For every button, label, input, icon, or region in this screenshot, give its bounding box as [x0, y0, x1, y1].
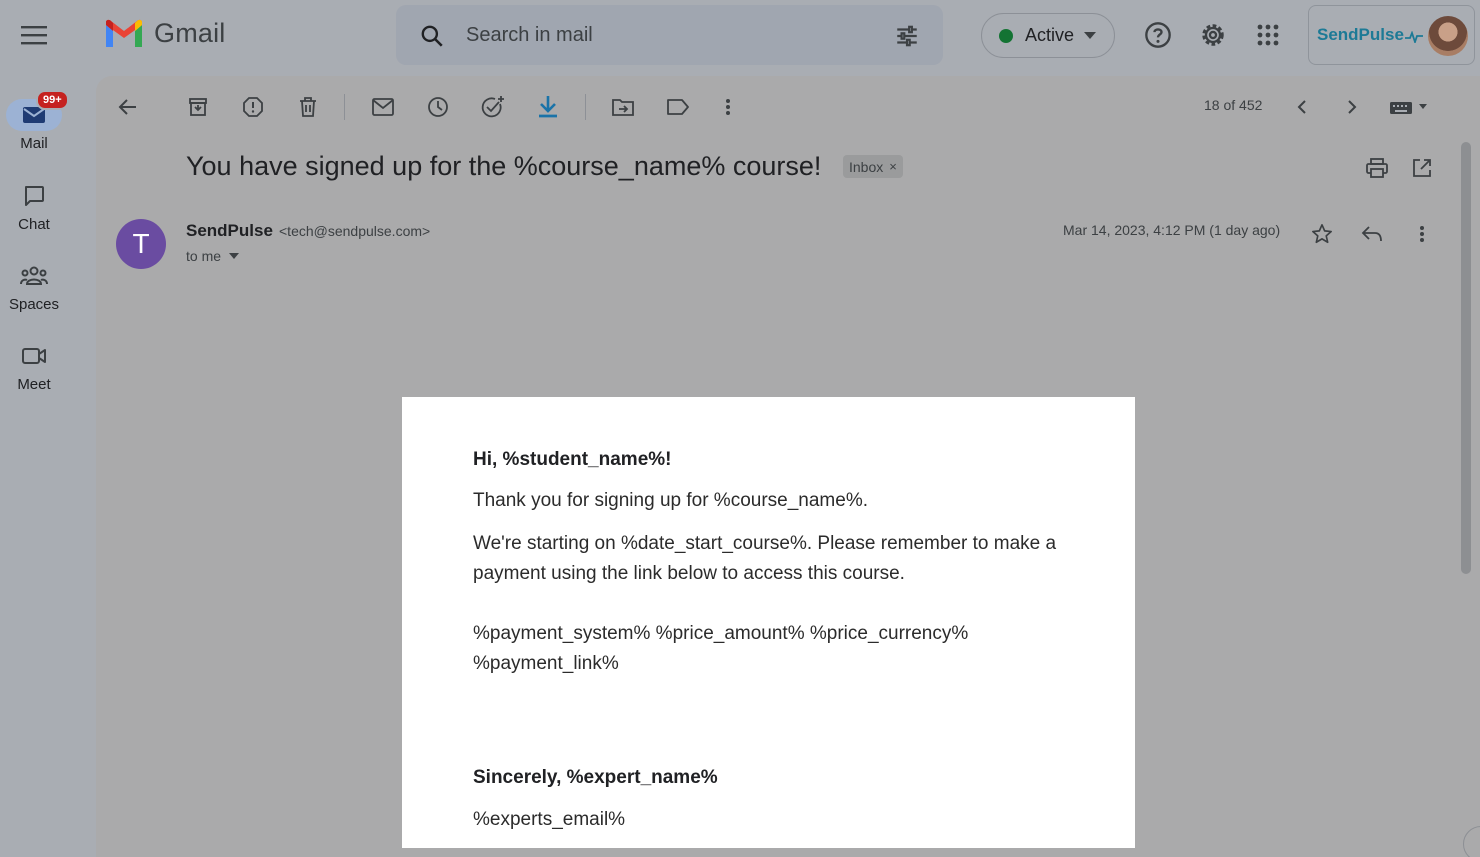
prev-message-icon[interactable] — [1286, 91, 1318, 123]
message-date: Mar 14, 2023, 4:12 PM (1 day ago) — [1063, 222, 1281, 238]
sender-email: <tech@sendpulse.com> — [279, 223, 431, 239]
unread-badge: 99+ — [36, 90, 69, 110]
pager-count: 18 of 452 — [1204, 97, 1263, 113]
payment-details: %payment_system% %price_amount% %price_c… — [473, 623, 969, 644]
rail-item-chat[interactable]: Chat — [0, 180, 68, 233]
next-message-icon[interactable] — [1336, 91, 1368, 123]
scrollbar-thumb[interactable] — [1461, 142, 1471, 574]
body-paragraph: Thank you for signing up for %course_nam… — [473, 490, 868, 511]
body-paragraph: We're starting on %date_start_course%. P… — [473, 533, 1057, 554]
sender-avatar[interactable]: T — [116, 219, 166, 269]
scrollbar[interactable] — [1458, 140, 1474, 857]
help-icon[interactable] — [1140, 17, 1176, 53]
recipients-toggle[interactable]: to me — [186, 248, 240, 264]
toolbar-divider — [585, 94, 586, 120]
sendpulse-logo: SendPulse — [1317, 25, 1404, 44]
more-vert-icon[interactable] — [712, 91, 744, 123]
caret-down-icon — [229, 253, 240, 259]
label-icon[interactable] — [662, 91, 694, 123]
settings-gear-icon[interactable] — [1195, 17, 1231, 53]
keyboard-input-icon[interactable] — [1386, 91, 1432, 123]
spaces-icon — [20, 266, 48, 285]
apps-grid-icon[interactable] — [1250, 17, 1286, 53]
signoff-text: Sincerely, %expert_name% — [473, 767, 718, 788]
snooze-icon[interactable] — [422, 91, 454, 123]
back-arrow-icon[interactable] — [112, 91, 144, 123]
status-dot — [999, 28, 1013, 43]
search-bar[interactable] — [396, 5, 943, 65]
rail-item-mail[interactable]: 99+ Mail — [0, 90, 69, 152]
status-label: Active — [1025, 25, 1075, 45]
rail-item-label: Spaces — [8, 296, 60, 313]
rail-item-label: Meet — [17, 376, 51, 393]
expert-email[interactable]: %experts_email% — [473, 805, 1093, 835]
add-task-icon[interactable] — [477, 91, 509, 123]
email-body: Hi, %student_name%! Thank you for signin… — [402, 397, 1135, 848]
app-name: Gmail — [154, 18, 226, 48]
user-avatar[interactable] — [1428, 16, 1468, 56]
gmail-logo[interactable]: Gmail — [104, 18, 226, 49]
mark-unread-icon[interactable] — [367, 91, 399, 123]
gmail-m-icon — [106, 19, 142, 47]
open-in-new-window-icon[interactable] — [1407, 153, 1437, 183]
toolbar-divider — [344, 94, 345, 120]
status-selector[interactable]: Active — [981, 13, 1115, 58]
print-icon[interactable] — [1362, 153, 1392, 183]
inbox-label-chip[interactable]: Inbox × — [843, 155, 903, 178]
rail-item-label: Mail — [20, 135, 48, 152]
recipients-label: to me — [186, 248, 222, 264]
main-menu-icon[interactable] — [14, 15, 54, 55]
left-rail: 99+ Mail Chat Spaces Meet — [0, 0, 76, 857]
rail-item-meet[interactable]: Meet — [0, 340, 68, 393]
rail-item-spaces[interactable]: Spaces — [0, 260, 68, 313]
greeting-text: Hi, %student_name%! — [473, 449, 672, 470]
body-paragraph: payment using the link below to access t… — [473, 563, 905, 584]
move-to-icon[interactable] — [607, 91, 639, 123]
payment-link[interactable]: %payment_link% — [473, 649, 1093, 679]
account-button[interactable]: SendPulse — [1308, 5, 1475, 65]
remove-label-icon[interactable]: × — [889, 159, 897, 174]
search-options-icon[interactable] — [894, 23, 920, 49]
star-icon[interactable] — [1308, 220, 1336, 248]
delete-icon[interactable] — [292, 91, 324, 123]
pulse-icon — [1405, 31, 1423, 43]
message-more-vert-icon[interactable] — [1408, 220, 1436, 248]
report-spam-icon[interactable] — [237, 91, 269, 123]
reply-icon[interactable] — [1358, 220, 1386, 248]
label-chip-text: Inbox — [849, 158, 884, 175]
chat-icon — [25, 186, 44, 206]
caret-down-icon — [1084, 31, 1097, 39]
search-icon[interactable] — [419, 23, 445, 49]
message-toolbar: 18 of 452 — [96, 76, 1480, 136]
rail-item-label: Chat — [18, 216, 50, 233]
download-icon[interactable] — [532, 91, 564, 123]
sender-name[interactable]: SendPulse — [186, 221, 273, 241]
meet-icon — [22, 348, 46, 364]
search-input[interactable] — [466, 19, 866, 51]
message-subject: You have signed up for the %course_name%… — [186, 151, 822, 181]
archive-icon[interactable] — [182, 91, 214, 123]
